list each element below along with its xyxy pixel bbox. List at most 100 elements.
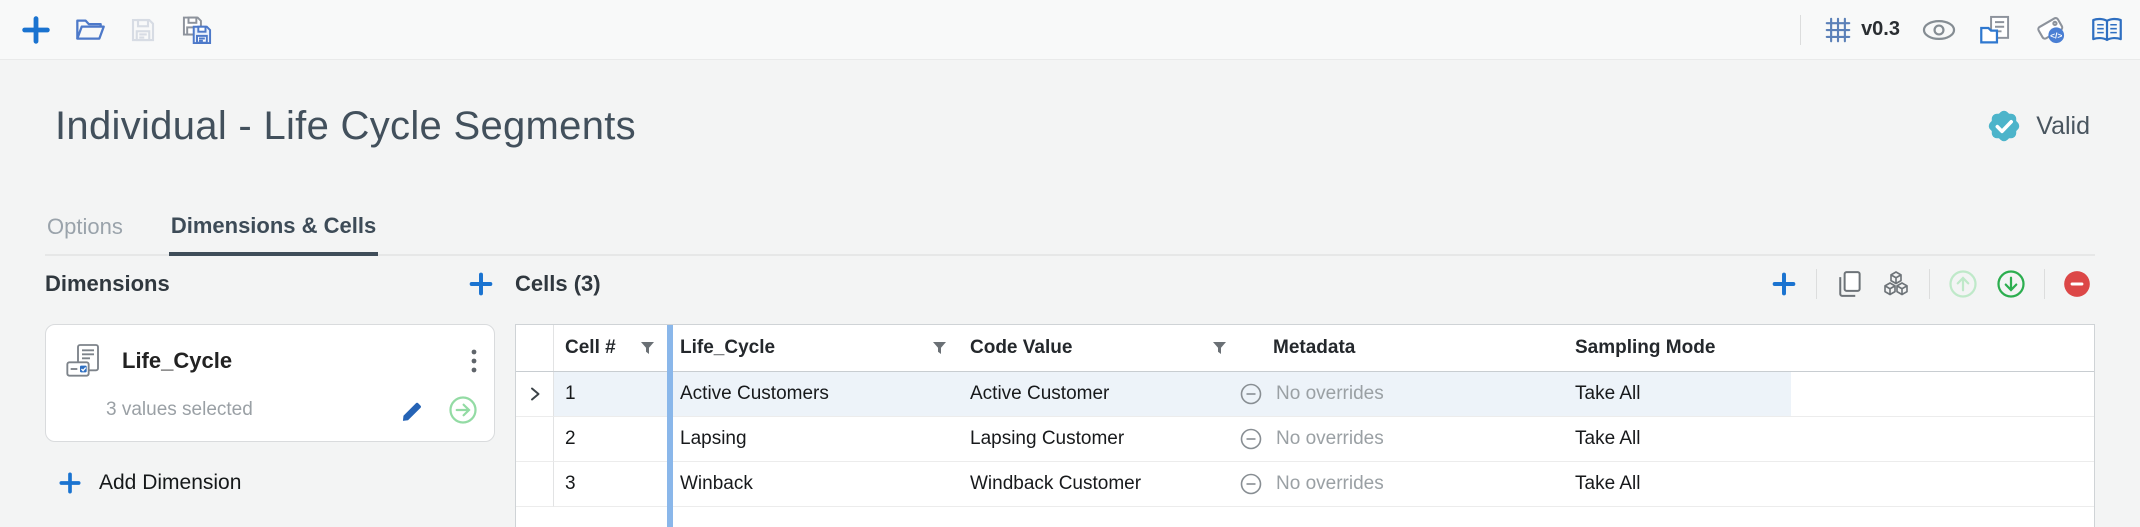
cell-metadata: No overrides (1233, 417, 1561, 462)
cell-life-cycle: Lapsing (673, 417, 961, 462)
dimensions-title: Dimensions (45, 271, 170, 297)
plus-icon (57, 470, 83, 496)
save-as-floppies-icon (180, 14, 214, 46)
column-label: Sampling Mode (1575, 337, 1715, 359)
kebab-icon (470, 348, 478, 374)
row-expander-cell[interactable] (516, 417, 554, 462)
add-dimension-plus-button[interactable] (467, 270, 495, 298)
filter-funnel-icon (1212, 341, 1227, 355)
cell-code-value: Windback Customer (961, 462, 1233, 507)
toolbar-divider (1929, 269, 1930, 299)
toolbar-divider (1816, 269, 1817, 299)
save-floppy-icon (128, 15, 158, 45)
tab-bar: Options Dimensions & Cells (45, 192, 2095, 256)
filter-funnel-icon (932, 341, 947, 355)
page-title: Individual - Life Cycle Segments (55, 104, 636, 149)
column-label: Code Value (970, 337, 1072, 359)
row-expander-cell[interactable] (516, 372, 554, 417)
dimensions-panel: Dimensions Life_Cycle (45, 256, 495, 496)
dimension-menu-button[interactable] (470, 348, 478, 374)
open-folder-icon (74, 15, 106, 45)
book-icon (2090, 15, 2124, 45)
circle-arrow-down-icon (1996, 269, 2026, 299)
save-button[interactable] (128, 15, 158, 45)
table-row[interactable]: 1 Active Customers Active Customer No ov… (516, 372, 2094, 417)
metadata-text: No overrides (1276, 473, 1384, 495)
move-up-button[interactable] (1948, 269, 1978, 299)
new-button[interactable] (20, 14, 52, 46)
go-to-dimension-button[interactable] (448, 395, 478, 425)
version-grid-button[interactable]: v0.3 (1823, 15, 1900, 45)
cells-title: Cells (3) (515, 271, 601, 297)
cell-num: 2 (554, 417, 667, 462)
column-label: Cell # (565, 337, 616, 359)
save-as-button[interactable] (180, 14, 214, 46)
row-expander-cell[interactable] (516, 462, 554, 507)
code-tags-button[interactable]: </> (2034, 14, 2068, 46)
copy-cells-button[interactable] (1835, 269, 1863, 299)
header-cell-metadata[interactable]: Metadata (1233, 325, 1561, 371)
circle-arrow-up-icon (1948, 269, 1978, 299)
cells-table: Cell # Life_Cycle Code Value (515, 324, 2095, 527)
cell-filler (1791, 417, 2094, 462)
metadata-text: No overrides (1276, 428, 1384, 450)
svg-text:</>: </> (2050, 30, 2062, 40)
cell-num: 1 (554, 372, 667, 417)
table-footer-filler (516, 507, 2094, 527)
remove-cell-button[interactable] (2063, 270, 2091, 298)
cell-metadata: No overrides (1233, 372, 1561, 417)
table-body: 1 Active Customers Active Customer No ov… (516, 372, 2094, 507)
combinations-button[interactable] (1881, 269, 1911, 299)
cell-sampling-mode: Take All (1561, 462, 1791, 507)
no-overrides-icon (1239, 472, 1263, 496)
filter-funnel-icon (640, 341, 655, 355)
preview-button[interactable] (1922, 18, 1956, 42)
edit-dimension-button[interactable] (400, 397, 426, 423)
dimension-subtitle: 3 values selected (106, 399, 400, 421)
tag-code-icon: </> (2034, 14, 2068, 46)
cell-code-value: Lapsing Customer (961, 417, 1233, 462)
eye-icon (1922, 18, 1956, 42)
toolbar-divider (1800, 15, 1801, 45)
add-cell-button[interactable] (1770, 270, 1798, 298)
cell-filler (1791, 462, 2094, 507)
add-dimension-label: Add Dimension (99, 471, 241, 495)
header-expander-cell (516, 325, 554, 371)
no-overrides-icon (1239, 427, 1263, 451)
cell-metadata: No overrides (1233, 462, 1561, 507)
pencil-icon (400, 397, 426, 423)
cell-sampling-mode: Take All (1561, 417, 1791, 462)
cell-num: 3 (554, 462, 667, 507)
header-cell-code-value[interactable]: Code Value (961, 325, 1233, 371)
cell-sampling-mode: Take All (1561, 372, 1791, 417)
tab-dimensions-cells[interactable]: Dimensions & Cells (169, 213, 378, 256)
cell-life-cycle: Winback (673, 462, 961, 507)
header-cell-life-cycle[interactable]: Life_Cycle (673, 325, 961, 371)
header-cell-num[interactable]: Cell # (554, 325, 667, 371)
minus-circle-filled-icon (2063, 270, 2091, 298)
tab-options[interactable]: Options (45, 214, 125, 256)
dimension-name: Life_Cycle (122, 348, 454, 374)
open-button[interactable] (74, 15, 106, 45)
dimension-card[interactable]: Life_Cycle 3 values selected (45, 324, 495, 442)
cell-code-value: Active Customer (961, 372, 1233, 417)
plus-icon (1770, 270, 1798, 298)
move-down-button[interactable] (1996, 269, 2026, 299)
table-header-row: Cell # Life_Cycle Code Value (516, 325, 2094, 372)
table-row[interactable]: 3 Winback Windback Customer No overrides… (516, 462, 2094, 507)
plus-icon (467, 270, 495, 298)
copy-icon (1835, 269, 1863, 299)
cells-panel: Cells (3) (515, 256, 2095, 527)
grid-icon (1823, 15, 1853, 45)
header-cell-sampling-mode[interactable]: Sampling Mode (1561, 325, 1791, 371)
column-marker[interactable] (667, 325, 673, 527)
documentation-button[interactable] (2090, 15, 2124, 45)
valid-seal-icon (1984, 106, 2024, 146)
add-dimension-button[interactable]: Add Dimension (45, 470, 241, 496)
table-row[interactable]: 2 Lapsing Lapsing Customer No overrides … (516, 417, 2094, 462)
column-label: Life_Cycle (680, 337, 775, 359)
no-overrides-icon (1239, 382, 1263, 406)
cells-toolbar (1770, 269, 2095, 299)
folder-document-icon (1978, 14, 2012, 46)
export-button[interactable] (1978, 14, 2012, 46)
